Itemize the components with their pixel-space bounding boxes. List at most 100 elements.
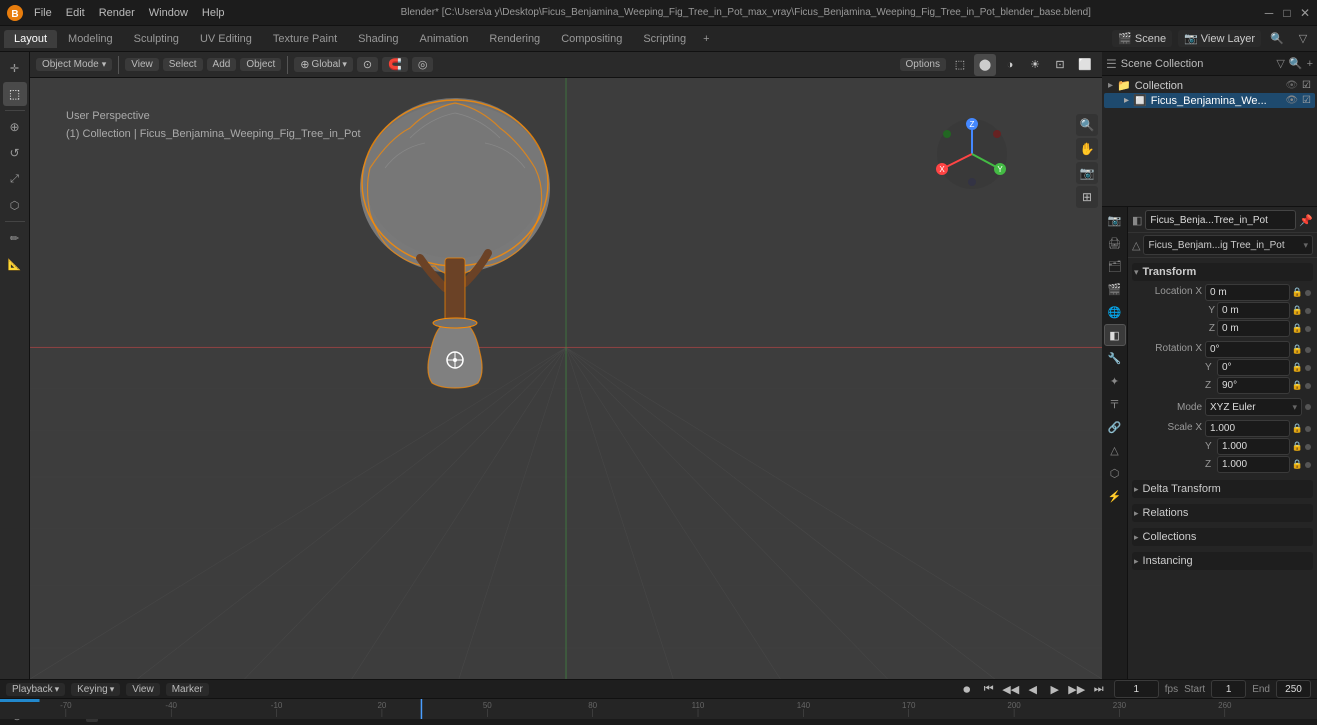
rot-y-dot[interactable] xyxy=(1305,365,1311,371)
tab-uv-editing[interactable]: UV Editing xyxy=(190,30,262,48)
rot-z-field[interactable]: 90° xyxy=(1217,377,1290,394)
prev-frame-btn[interactable]: ◀ xyxy=(1024,680,1042,698)
wireframe-btn[interactable]: ⬚ xyxy=(949,54,971,76)
scene-selector[interactable]: 🎬 Scene xyxy=(1112,30,1172,47)
viewport-options-btn[interactable]: Options xyxy=(900,58,946,71)
loc-x-lock[interactable]: 🔒 xyxy=(1292,287,1303,298)
keying-btn[interactable]: Keying ▾ xyxy=(71,683,120,696)
camera-btn[interactable]: 📷 xyxy=(1076,162,1098,184)
pivot-btn[interactable]: ⊙ xyxy=(357,57,378,72)
rot-z-dot[interactable] xyxy=(1305,383,1311,389)
end-frame-input[interactable]: 250 xyxy=(1276,680,1311,698)
rot-y-field[interactable]: 0° xyxy=(1217,359,1290,376)
measure-tool[interactable]: 📐 xyxy=(3,252,27,276)
snap-btn[interactable]: 🧲 xyxy=(382,57,408,72)
relations-header[interactable]: ▸ Relations xyxy=(1132,504,1313,522)
window-minimize[interactable]: ─ xyxy=(1261,5,1277,21)
solid-btn[interactable]: ⬤ xyxy=(974,54,996,76)
scale-z-dot[interactable] xyxy=(1305,462,1311,468)
prop-icon-render[interactable]: 📷 xyxy=(1104,209,1126,231)
window-maximize[interactable]: □ xyxy=(1279,5,1295,21)
prop-icon-shaderfx[interactable]: ⚡ xyxy=(1104,485,1126,507)
navigation-gizmo[interactable]: Z X Y xyxy=(932,114,1012,194)
viewport-view-btn[interactable]: View xyxy=(125,58,159,71)
scale-z-field[interactable]: 1.000 xyxy=(1217,456,1290,473)
outliner-add-btn[interactable]: + xyxy=(1307,58,1313,70)
tab-shading[interactable]: Shading xyxy=(348,30,408,48)
menu-file[interactable]: File xyxy=(28,5,58,21)
loc-z-lock[interactable]: 🔒 xyxy=(1292,323,1303,334)
rot-z-lock[interactable]: 🔒 xyxy=(1292,380,1303,391)
viewport-add-btn[interactable]: Add xyxy=(207,58,237,71)
viewport-canvas[interactable]: User Perspective (1) Collection | Ficus_… xyxy=(30,78,1102,679)
ficus-visible-btn[interactable]: 👁 xyxy=(1285,95,1298,106)
tab-texture-paint[interactable]: Texture Paint xyxy=(263,30,347,48)
tab-modeling[interactable]: Modeling xyxy=(58,30,123,48)
outliner-search-icon[interactable]: 🔍 xyxy=(1289,57,1303,70)
next-frame-btn[interactable]: ▶▶ xyxy=(1068,680,1086,698)
cursor-tool[interactable]: ✛ xyxy=(3,56,27,80)
prop-icon-data[interactable]: △ xyxy=(1104,439,1126,461)
loc-x-dot[interactable] xyxy=(1305,290,1311,296)
xray-btn[interactable]: ⬜ xyxy=(1074,54,1096,76)
prop-icon-modifier[interactable]: 🔧 xyxy=(1104,347,1126,369)
tab-add[interactable]: + xyxy=(697,30,715,48)
tab-animation[interactable]: Animation xyxy=(410,30,479,48)
rot-y-lock[interactable]: 🔒 xyxy=(1292,362,1303,373)
ficus-checkbox[interactable]: ☑ xyxy=(1302,95,1311,106)
prop-icon-world[interactable]: 🌐 xyxy=(1104,301,1126,323)
scale-tool[interactable]: ⤢ xyxy=(3,167,27,191)
tab-scripting[interactable]: Scripting xyxy=(633,30,696,48)
jump-start-btn[interactable]: ⏮ xyxy=(980,680,998,698)
pin-btn[interactable]: 📌 xyxy=(1299,214,1313,227)
jump-end-btn[interactable]: ⏭ xyxy=(1090,680,1108,698)
camera-view-btn[interactable]: 🔍 xyxy=(1076,114,1098,136)
transform-select[interactable]: ⊕ Global ▾ xyxy=(294,57,353,72)
mode-dot[interactable] xyxy=(1305,404,1311,410)
scale-y-lock[interactable]: 🔒 xyxy=(1292,441,1303,452)
loc-z-field[interactable]: 0 m xyxy=(1217,320,1290,337)
scale-x-lock[interactable]: 🔒 xyxy=(1292,423,1303,434)
viewport-object-btn[interactable]: Object xyxy=(240,58,281,71)
select-box-tool[interactable]: ⬚ xyxy=(3,82,27,106)
proportional-btn[interactable]: ◎ xyxy=(412,57,434,72)
menu-render[interactable]: Render xyxy=(93,5,141,21)
prev-keyframe-btn[interactable]: ◀◀ xyxy=(1002,680,1020,698)
scale-x-dot[interactable] xyxy=(1305,426,1311,432)
tab-compositing[interactable]: Compositing xyxy=(551,30,632,48)
loc-y-lock[interactable]: 🔒 xyxy=(1292,305,1303,316)
grab-hand-btn[interactable]: ✋ xyxy=(1076,138,1098,160)
view-layer-selector[interactable]: 📷 View Layer xyxy=(1178,30,1261,47)
prop-icon-object[interactable]: ◧ xyxy=(1104,324,1126,346)
frame-counter[interactable]: 1 xyxy=(1114,680,1159,698)
window-close[interactable]: ✕ xyxy=(1297,5,1313,21)
collection-checkbox[interactable]: ☑ xyxy=(1302,80,1311,91)
mode-select-btn[interactable]: XYZ Euler ▾ xyxy=(1205,398,1302,416)
viewport-3d[interactable]: Object Mode ▾ View Select Add Object ⊕ G… xyxy=(30,52,1102,679)
prop-icon-particles[interactable]: ✦ xyxy=(1104,370,1126,392)
record-btn[interactable]: ⏺ xyxy=(958,680,976,698)
marker-btn[interactable]: Marker xyxy=(166,683,209,696)
loc-y-dot[interactable] xyxy=(1305,308,1311,314)
playback-btn[interactable]: Playback ▾ xyxy=(6,683,65,696)
prop-icon-material[interactable]: ⬡ xyxy=(1104,462,1126,484)
rot-x-field[interactable]: 0° xyxy=(1205,341,1290,358)
prop-icon-output[interactable]: 🖨 xyxy=(1104,232,1126,254)
loc-x-field[interactable]: 0 m xyxy=(1205,284,1290,301)
play-btn[interactable]: ▶ xyxy=(1046,680,1064,698)
transform-header[interactable]: ▾ Transform xyxy=(1132,263,1313,281)
object-mode-btn[interactable]: Object Mode ▾ xyxy=(36,58,112,71)
mesh-select-btn[interactable]: Ficus_Benjam...ig Tree_in_Pot ▾ xyxy=(1143,235,1313,255)
menu-window[interactable]: Window xyxy=(143,5,194,21)
tab-layout[interactable]: Layout xyxy=(4,30,57,48)
rotate-tool[interactable]: ↺ xyxy=(3,141,27,165)
menu-help[interactable]: Help xyxy=(196,5,231,21)
view-btn[interactable]: View xyxy=(126,683,160,696)
viewport-select-btn[interactable]: Select xyxy=(163,58,203,71)
scale-z-lock[interactable]: 🔒 xyxy=(1292,459,1303,470)
rot-x-dot[interactable] xyxy=(1305,347,1311,353)
prop-icon-constraints[interactable]: 🔗 xyxy=(1104,416,1126,438)
outliner-row-ficus[interactable]: ▸ 🔲 Ficus_Benjamina_We... 👁 ☑ xyxy=(1104,93,1315,108)
blender-logo[interactable]: B xyxy=(4,2,26,24)
move-tool[interactable]: ⊕ xyxy=(3,115,27,139)
